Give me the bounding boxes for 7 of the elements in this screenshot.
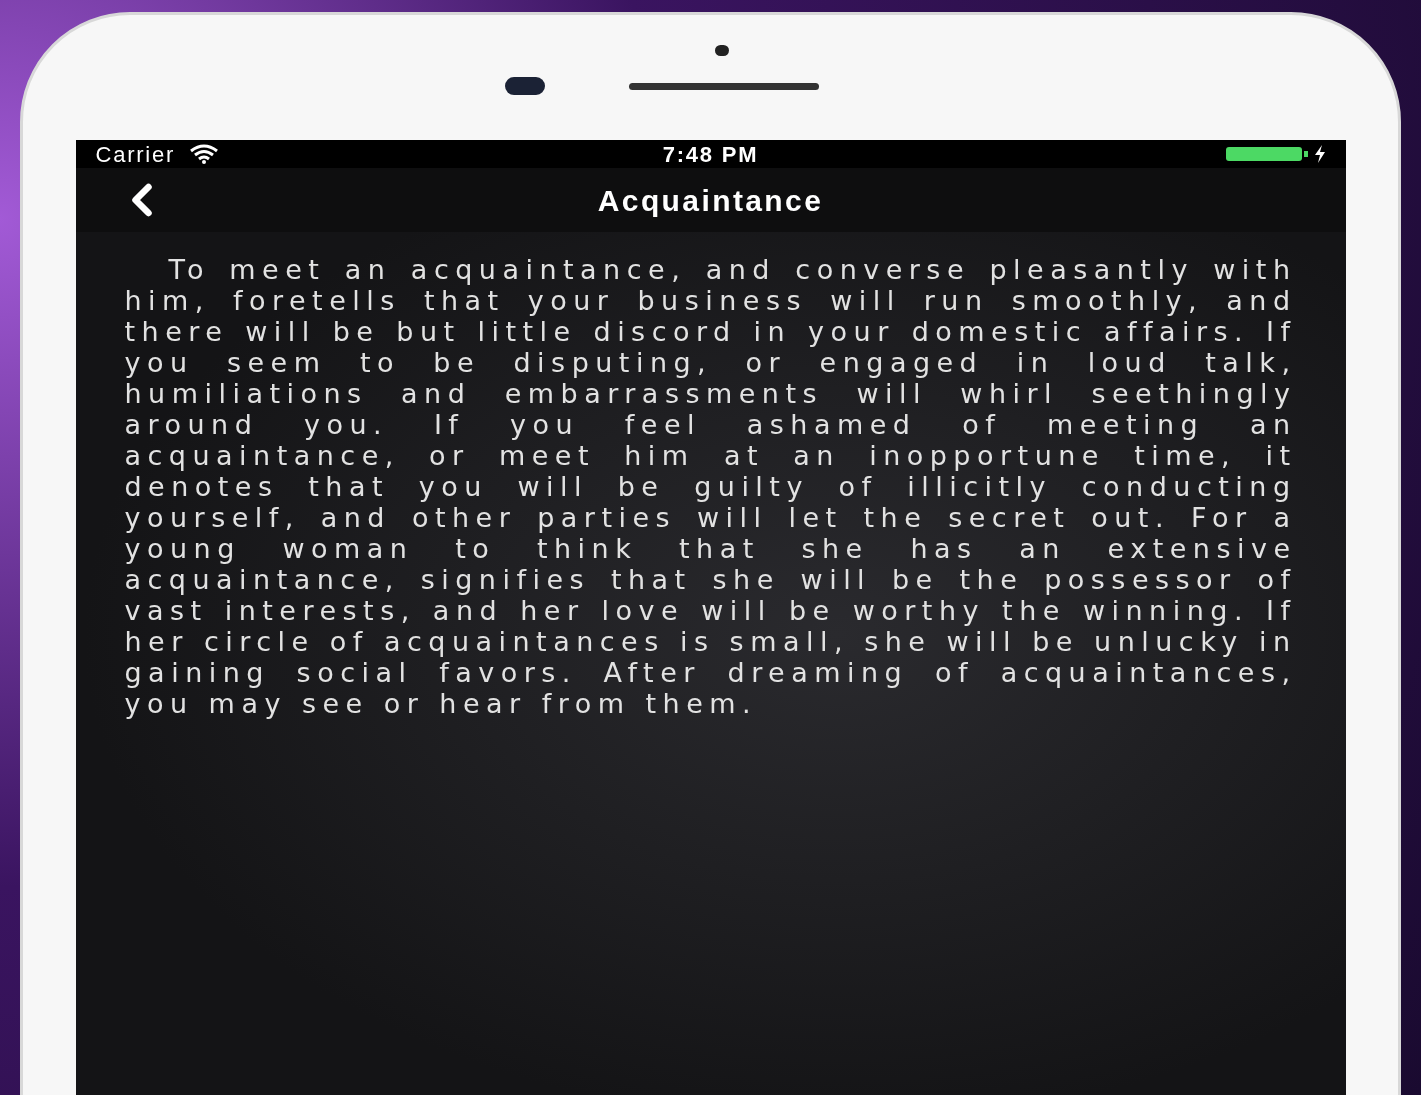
wifi-icon (189, 144, 220, 164)
carrier-label: Carrier (95, 140, 176, 169)
dream-description: To meet an acquaintance, and converse pleasantly with him, foretells that your business will run smoothly, and there will be but little discord in your domestic affairs. If you seem to be disputing, or engaged in loud talk, humiliations and embarrassments will whirl seethingly around you. If you feel ashamed of meeting an acquaintance, or meet him at an inopportune time, it denotes that you will be guilty of illicitly conducting yourself, and other parties will let the secret out. For a young woman to think that she has an extensive acquaintance, signifies that she will be the possessor of vast interests, and her love will be worthy the winning. If her circle of acquaintances is small, she will be unlucky in gaining social favors. After dreaming of acquaintances, you may see or hear from them. (124, 254, 1297, 719)
nav-title: Acquaintance (596, 182, 825, 219)
charging-bolt-icon (1313, 145, 1326, 163)
status-time: 7:48 PM (661, 140, 760, 169)
battery-icon (1225, 146, 1310, 162)
